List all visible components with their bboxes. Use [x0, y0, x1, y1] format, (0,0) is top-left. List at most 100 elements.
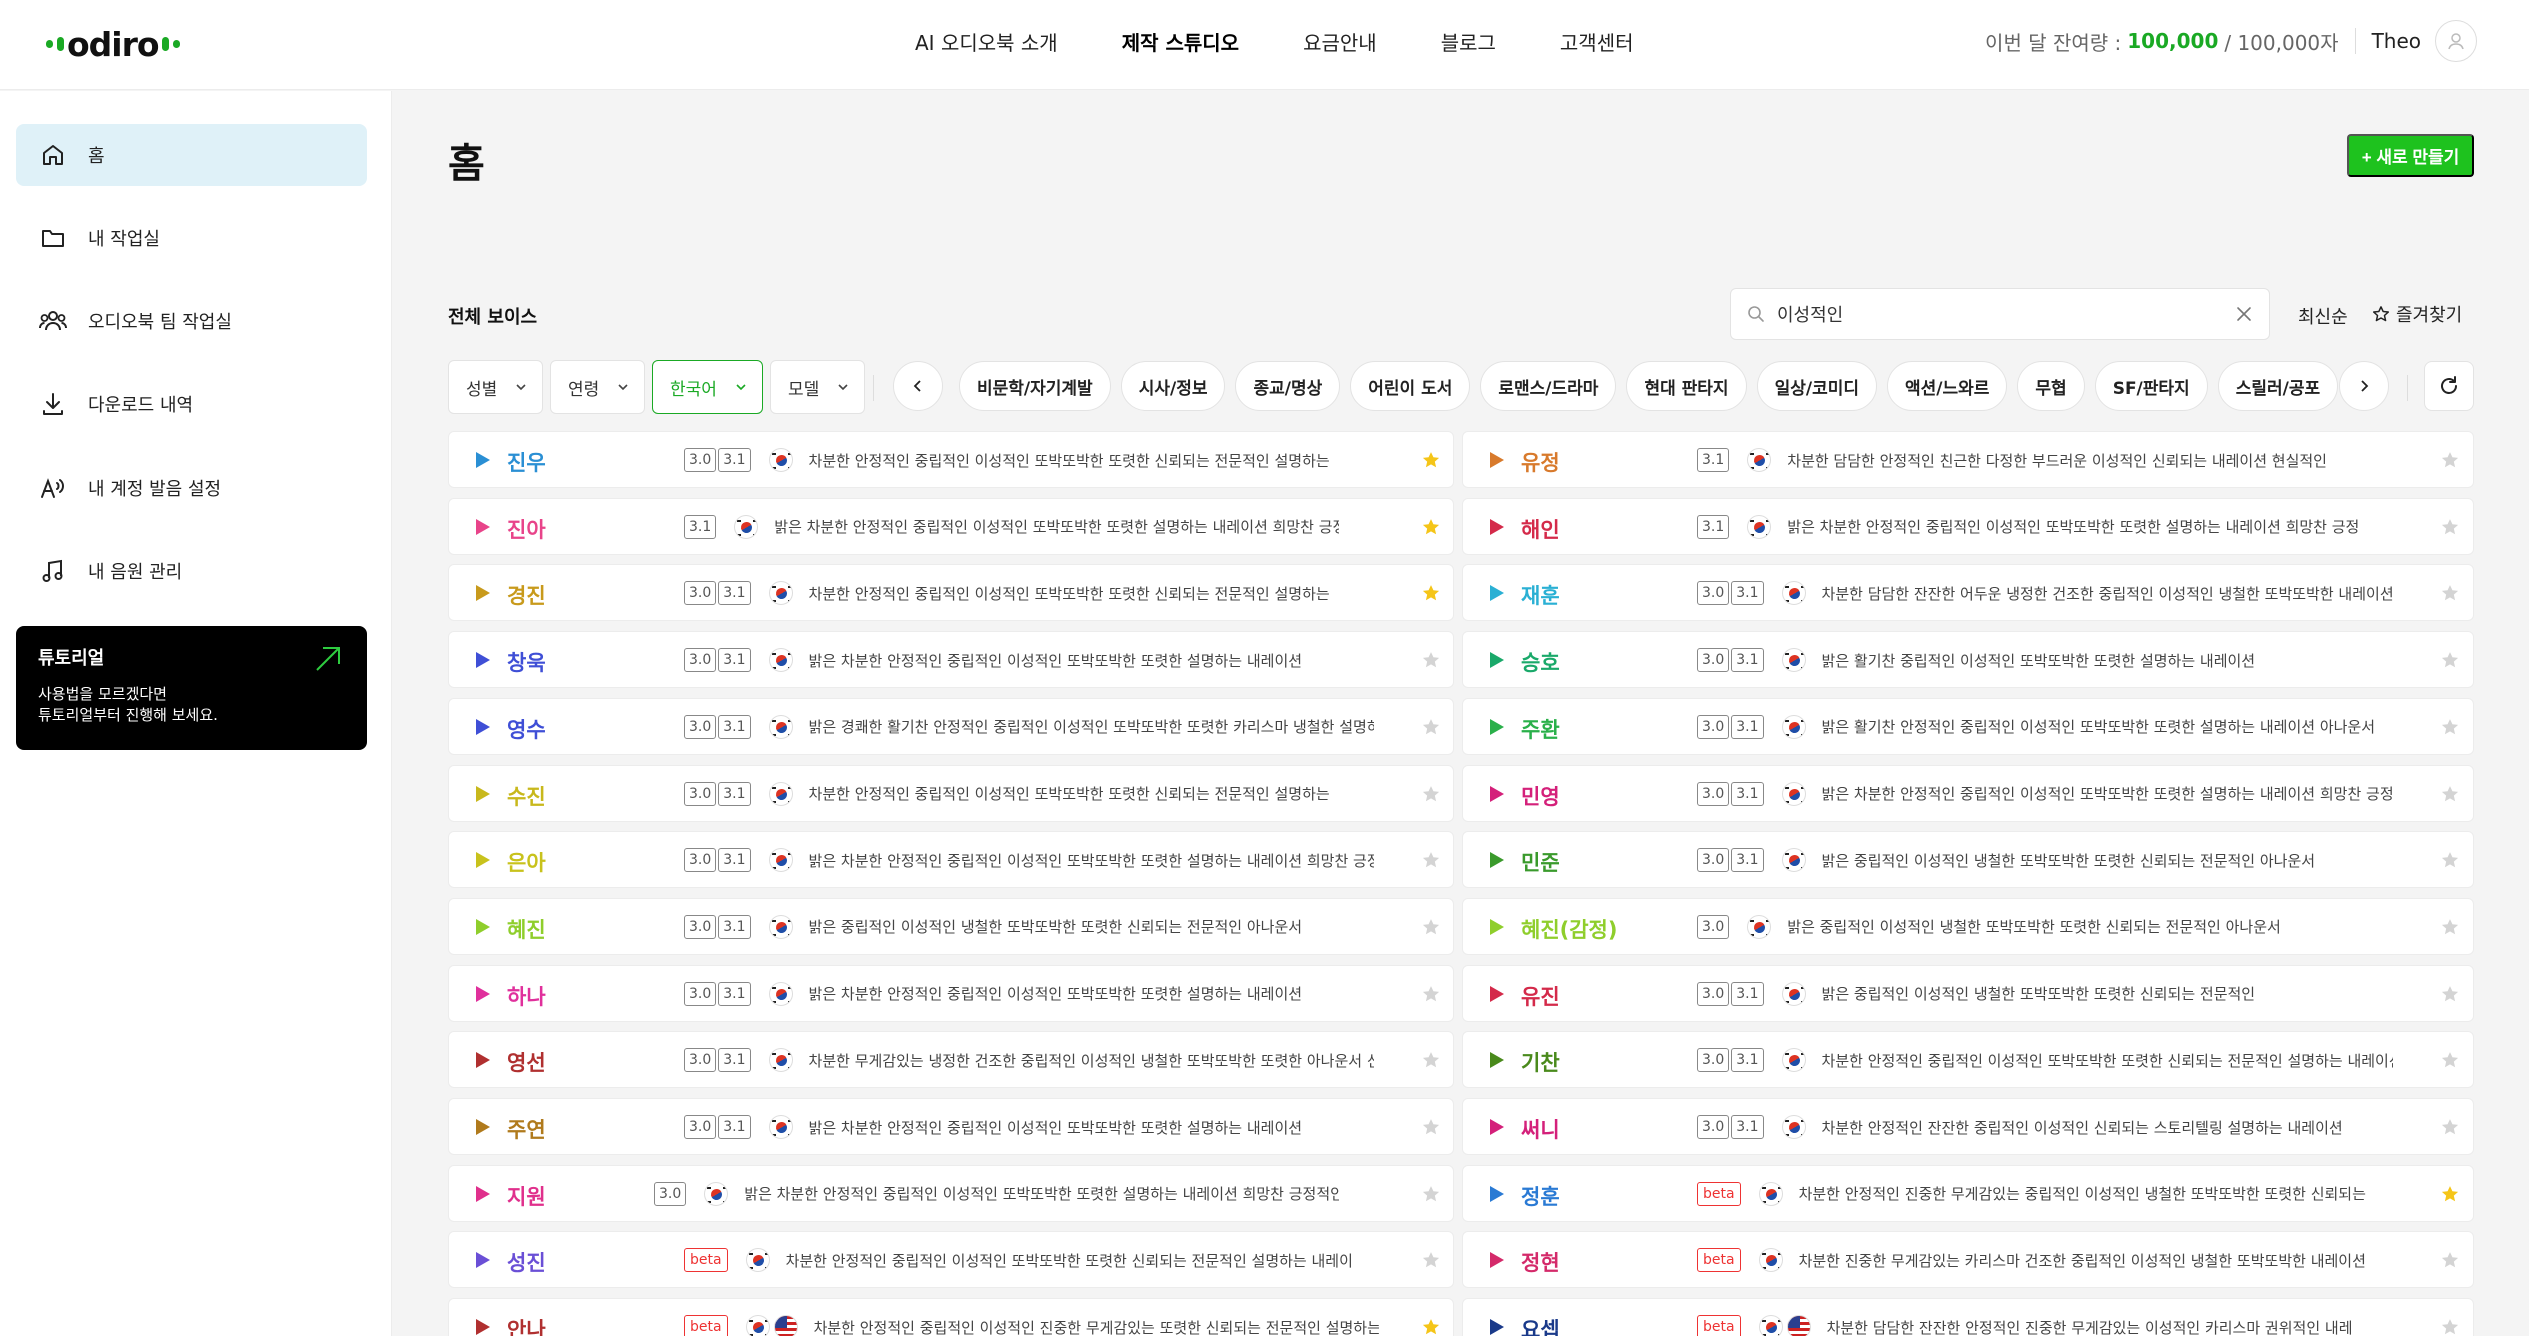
voice-row[interactable]: 민준 3.0 3.1 밝은 중립적인 이성적인 냉철한 또박또박한 또렷한 신뢰되는 … [1462, 831, 2474, 889]
voice-row[interactable]: 해인 3.1 밝은 차분한 안정적인 중립적인 이성적인 또박또박한 또렷한 설명하… [1462, 497, 2474, 555]
voice-row[interactable]: 유진 3.0 3.1 밝은 중립적인 이성적인 냉철한 또박또박한 또렷한 신뢰되는 … [1462, 964, 2474, 1022]
star-icon[interactable] [2440, 1250, 2460, 1270]
nav-support[interactable]: 고객센터 [1560, 27, 1634, 56]
clear-search-icon[interactable] [2235, 305, 2253, 323]
play-icon[interactable] [471, 1183, 493, 1205]
star-icon[interactable] [2440, 450, 2460, 470]
voice-row[interactable]: 승호 3.0 3.1 밝은 활기찬 중립적인 이성적인 또박또박한 또렷한 설명하는 … [1462, 631, 2474, 689]
voice-row[interactable]: 혜진 3.0 3.1 밝은 중립적인 이성적인 냉철한 또박또박한 또렷한 신뢰되는 … [448, 897, 1454, 955]
voice-row[interactable]: 혜진(감정) 3.0 밝은 중립적인 이성적인 냉철한 또박또박한 또렷한 신뢰되는… [1462, 897, 2474, 955]
star-icon[interactable] [1421, 1250, 1441, 1270]
play-icon[interactable] [1485, 516, 1507, 538]
voice-row[interactable]: 진우 3.0 3.1 차분한 안정적인 중립적인 이성적인 또박또박한 또렷한 신뢰되… [448, 431, 1454, 488]
tutorial-card[interactable]: 튜토리얼 사용법을 모르겠다면 튜토리얼부터 진행해 보세요. [16, 626, 367, 750]
star-icon[interactable] [2440, 650, 2460, 670]
play-icon[interactable] [471, 516, 493, 538]
star-filled-icon[interactable] [1421, 517, 1441, 537]
voice-row[interactable]: 은아 3.0 3.1 밝은 차분한 안정적인 중립적인 이성적인 또박또박한 또렷한 … [448, 831, 1454, 889]
star-filled-icon[interactable] [1421, 1317, 1441, 1336]
voice-row[interactable]: 정현 beta 차분한 진중한 무게감있는 카리스마 건조한 중립적인 이성적인 냉… [1462, 1231, 2474, 1289]
play-icon[interactable] [1485, 1116, 1507, 1138]
sidebar-item-my-workspace[interactable]: 내 작업실 [16, 207, 367, 269]
voice-row[interactable]: 성진 beta 차분한 안정적인 중립적인 이성적인 또박또박한 또렷한 신뢰되는 … [448, 1231, 1454, 1289]
play-icon[interactable] [471, 449, 493, 471]
star-icon[interactable] [2440, 1317, 2460, 1336]
play-icon[interactable] [471, 783, 493, 805]
play-icon[interactable] [471, 582, 493, 604]
category-chip[interactable]: 종교/명상 [1235, 361, 1341, 411]
search-input[interactable] [1777, 303, 2235, 325]
star-icon[interactable] [1421, 650, 1441, 670]
sidebar-item-home[interactable]: 홈 [16, 124, 367, 186]
play-icon[interactable] [471, 716, 493, 738]
play-icon[interactable] [471, 1249, 493, 1271]
voice-row[interactable]: 진아 3.1 밝은 차분한 안정적인 중립적인 이성적인 또박또박한 또렷한 설명하… [448, 497, 1454, 555]
voice-row[interactable]: 정훈 beta 차분한 안정적인 진중한 무게감있는 중립적인 이성적인 냉철한 또… [1462, 1164, 2474, 1222]
star-icon[interactable] [2440, 1117, 2460, 1137]
star-icon[interactable] [2440, 784, 2460, 804]
sidebar-item-my-audio[interactable]: 내 음원 관리 [16, 540, 367, 602]
voice-row[interactable]: 주환 3.0 3.1 밝은 활기찬 안정적인 중립적인 이성적인 또박또박한 또렷한 … [1462, 697, 2474, 755]
play-icon[interactable] [1485, 783, 1507, 805]
sidebar-item-pronunciation[interactable]: 내 계정 발음 설정 [16, 457, 367, 519]
odiro-logo[interactable]: odiro [46, 24, 180, 64]
star-icon[interactable] [1421, 1117, 1441, 1137]
star-filled-icon[interactable] [1421, 583, 1441, 603]
voice-row[interactable]: 수진 3.0 3.1 차분한 안정적인 중립적인 이성적인 또박또박한 또렷한 신뢰되… [448, 764, 1454, 822]
star-icon[interactable] [1421, 917, 1441, 937]
star-icon[interactable] [2440, 984, 2460, 1004]
category-chip[interactable]: 시사/정보 [1120, 361, 1226, 411]
category-chip[interactable]: 액션/느와르 [1887, 361, 2008, 411]
language-dropdown[interactable]: 한국어 [652, 360, 763, 414]
voice-row[interactable]: 민영 3.0 3.1 밝은 차분한 안정적인 중립적인 이성적인 또박또박한 또렷한 … [1462, 764, 2474, 822]
category-chip[interactable]: 로맨스/드라마 [1480, 361, 1617, 411]
voice-row[interactable]: 요셉 beta 차분한 담담한 잔잔한 안정적인 진중한 무게감있는 이성적인 카리… [1462, 1298, 2474, 1336]
star-icon[interactable] [2440, 917, 2460, 937]
star-icon[interactable] [2440, 717, 2460, 737]
voice-row[interactable]: 지원 3.0 밝은 차분한 안정적인 중립적인 이성적인 또박또박한 또렷한 설명하… [448, 1164, 1454, 1222]
play-icon[interactable] [471, 1049, 493, 1071]
play-icon[interactable] [1485, 649, 1507, 671]
voice-row[interactable]: 주연 3.0 3.1 밝은 차분한 안정적인 중립적인 이성적인 또박또박한 또렷한 … [448, 1098, 1454, 1155]
star-filled-icon[interactable] [1421, 450, 1441, 470]
star-icon[interactable] [1421, 984, 1441, 1004]
nav-studio[interactable]: 제작 스튜디오 [1122, 27, 1239, 56]
nav-pricing[interactable]: 요금안내 [1303, 27, 1377, 56]
model-dropdown[interactable]: 모델 [770, 360, 865, 414]
age-dropdown[interactable]: 연령 [550, 360, 645, 414]
category-chip[interactable]: 어린이 도서 [1350, 361, 1471, 411]
star-filled-icon[interactable] [2440, 1184, 2460, 1204]
play-icon[interactable] [1485, 716, 1507, 738]
voice-row[interactable]: 하나 3.0 3.1 밝은 차분한 안정적인 중립적인 이성적인 또박또박한 또렷한 … [448, 964, 1454, 1022]
favorites-filter[interactable]: 즐겨찾기 [2372, 301, 2462, 327]
play-icon[interactable] [1485, 1183, 1507, 1205]
star-icon[interactable] [1421, 1050, 1441, 1070]
play-icon[interactable] [471, 649, 493, 671]
avatar[interactable] [2435, 20, 2477, 62]
category-chip[interactable]: 일상/코미디 [1756, 361, 1877, 411]
user-name[interactable]: Theo [2372, 29, 2421, 53]
category-chip[interactable]: 현대 판타지 [1626, 361, 1747, 411]
play-icon[interactable] [1485, 1249, 1507, 1271]
play-icon[interactable] [1485, 983, 1507, 1005]
voice-row[interactable]: 재훈 3.0 3.1 차분한 담담한 잔잔한 어두운 냉정한 건조한 중립적인 이성적… [1462, 564, 2474, 622]
voice-row[interactable]: 경진 3.0 3.1 차분한 안정적인 중립적인 이성적인 또박또박한 또렷한 신뢰되… [448, 564, 1454, 622]
star-icon[interactable] [2440, 1050, 2460, 1070]
play-icon[interactable] [1485, 916, 1507, 938]
star-icon[interactable] [1421, 717, 1441, 737]
voice-row[interactable]: 유정 3.1 차분한 담담한 안정적인 친근한 다정한 부드러운 이성적인 신뢰되는… [1462, 431, 2474, 488]
voice-row[interactable]: 기찬 3.0 3.1 차분한 안정적인 중립적인 이성적인 또박또박한 또렷한 신뢰되… [1462, 1031, 2474, 1089]
voice-row[interactable]: 안나 beta 차분한 안정적인 중립적인 이성적인 진중한 무게감있는 또렷한 신… [448, 1298, 1454, 1336]
play-icon[interactable] [471, 1316, 493, 1336]
play-icon[interactable] [1485, 1316, 1507, 1336]
sidebar-item-team-workspace[interactable]: 오디오북 팀 작업실 [16, 290, 367, 352]
star-icon[interactable] [1421, 1184, 1441, 1204]
sidebar-item-downloads[interactable]: 다운로드 내역 [16, 373, 367, 435]
new-project-button[interactable]: + 새로 만들기 [2347, 134, 2474, 177]
category-chip[interactable]: SF/판타지 [2094, 361, 2208, 411]
category-chip[interactable]: 무협 [2017, 361, 2085, 411]
play-icon[interactable] [471, 1116, 493, 1138]
sort-latest[interactable]: 최신순 [2298, 303, 2348, 329]
play-icon[interactable] [1485, 849, 1507, 871]
nav-blog[interactable]: 블로그 [1441, 27, 1496, 56]
